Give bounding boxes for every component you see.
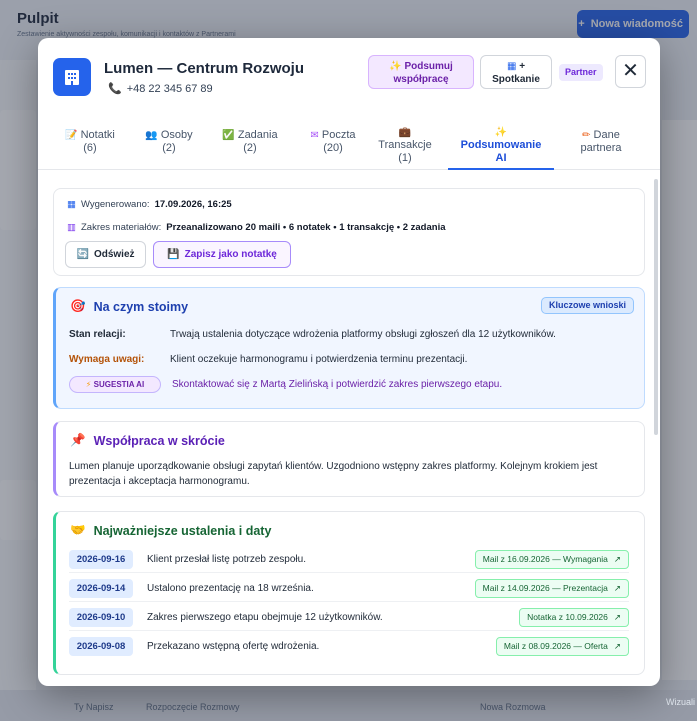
sparkle-icon: ✨ — [389, 61, 405, 72]
relation-label: Stan relacji: — [69, 329, 126, 340]
finding-source-link[interactable]: Mail z 08.09.2026 — Oferta ↗ — [495, 637, 629, 656]
modal-header: Lumen — Centrum Rozwoju 📞 +48 22 345 67 … — [38, 38, 660, 114]
external-link-icon: ↗ — [613, 641, 621, 651]
bg-watermark: Wizuali — [665, 697, 695, 707]
bolt-icon: ⚡ — [85, 380, 92, 389]
ai-suggestion-text: Skontaktować się z Martą Zielińską i pot… — [172, 379, 503, 390]
finding-row: 2026-09-10 Zakres pierwszego etapu obejm… — [69, 606, 629, 631]
finding-row: 2026-09-16 Klient przesłał listę potrzeb… — [69, 548, 629, 573]
external-link-icon: ↗ — [613, 612, 621, 622]
scrollbar[interactable] — [654, 179, 658, 435]
external-link-icon: ↗ — [613, 554, 621, 564]
tab-bar: 📝 Notatki (6) 👥 Osoby (2) ✅ Zadania (2) ✉ Po… — [38, 118, 660, 170]
partner-modal: Lumen — Centrum Rozwoju 📞 +48 22 345 67 … — [38, 38, 660, 686]
close-icon: ✕ — [622, 60, 639, 82]
handshake-icon: 🤝 — [70, 523, 86, 537]
briefcase-icon: 💼 — [398, 127, 412, 138]
finding-date: 2026-09-08 — [69, 637, 133, 656]
phone-icon: 📞 — [108, 83, 122, 95]
finding-source-link[interactable]: Mail z 14.09.2026 — Prezentacja ↗ — [474, 579, 629, 598]
findings-card: 🤝 Najważniejsze ustalenia i daty 2026-09… — [53, 511, 645, 675]
calendar-icon: ▦ — [67, 199, 76, 210]
attention-value: Klient oczekuje harmonogramu i potwierdz… — [170, 354, 468, 365]
finding-row: 2026-09-14 Ustalono prezentację na 18 wr… — [69, 577, 629, 602]
finding-source-link[interactable]: Notatka z 10.09.2026 ↗ — [519, 608, 629, 627]
tab-notes[interactable]: 📝 Notatki (6) — [53, 126, 127, 170]
tab-mail[interactable]: ✉ Poczta (20) — [293, 126, 373, 170]
attention-label: Wymaga uwagi: — [69, 354, 145, 365]
finding-source-link[interactable]: Mail z 16.09.2026 — Wymagania ↗ — [474, 550, 629, 569]
finding-text: Klient przesłał listę potrzeb zespołu. — [147, 554, 306, 565]
tab-people[interactable]: 👥 Osoby (2) — [132, 126, 206, 170]
key-insights-badge: Kluczowe wnioski — [540, 297, 634, 314]
relation-value: Trwają ustalenia dotyczące wdrożenia pla… — [170, 329, 556, 340]
finding-row: 2026-09-08 Przekazano wstępną ofertę wdr… — [69, 635, 629, 660]
calendar-icon: ▦ — [506, 61, 520, 72]
external-link-icon: ↗ — [613, 583, 621, 593]
summary-card: 📌 Współpraca w skrócie Lumen planuje upo… — [53, 421, 645, 497]
tab-ai-summary[interactable]: ✨ Podsumowanie AI — [448, 126, 554, 170]
checkbox-icon: ✅ — [222, 130, 235, 141]
finding-text: Zakres pierwszego etapu obejmuje 12 użyt… — [147, 612, 383, 623]
status-card-title: 🎯 Na czym stoimy — [70, 299, 189, 314]
generation-info: ▦ Wygenerowano: 17.09.2026, 16:25 ▥ Zakr… — [53, 188, 645, 276]
generated-line: ▦ Wygenerowano: 17.09.2026, 16:25 — [67, 199, 232, 210]
mail-icon: ✉ — [310, 130, 319, 141]
tab-tasks[interactable]: ✅ Zadania (2) — [210, 126, 290, 170]
finding-date: 2026-09-16 — [69, 550, 133, 569]
refresh-button[interactable]: 🔄 Odśwież — [65, 241, 146, 268]
scope-line: ▥ Zakres materiałów: Przeanalizowano 20 … — [67, 222, 446, 233]
finding-date: 2026-09-14 — [69, 579, 133, 598]
target-icon: 🎯 — [70, 299, 86, 313]
note-icon: 📝 — [65, 130, 78, 141]
pin-icon: 📌 — [70, 433, 86, 447]
summary-text: Lumen planuje uporządkowanie obsługi zap… — [69, 461, 598, 487]
finding-date: 2026-09-10 — [69, 608, 133, 627]
add-meeting-button[interactable]: ▦ + Spotkanie — [480, 55, 552, 89]
people-icon: 👥 — [145, 130, 158, 141]
ai-suggestion-badge: ⚡ SUGESTIA AI — [69, 376, 161, 393]
sparkle-icon: ✨ — [494, 127, 508, 138]
findings-card-title: 🤝 Najważniejsze ustalenia i daty — [70, 523, 272, 538]
status-card: 🎯 Na czym stoimy Kluczowe wnioski Stan r… — [53, 287, 645, 409]
company-phone[interactable]: 📞 +48 22 345 67 89 — [108, 82, 213, 96]
tab-transactions[interactable]: 💼 Transakcje (1) — [368, 126, 442, 170]
pencil-icon: ✏ — [582, 130, 591, 141]
summary-card-title: 📌 Współpraca w skrócie — [70, 433, 225, 448]
finding-text: Ustalono prezentację na 18 września. — [147, 583, 314, 594]
tab-content: ▦ Wygenerowano: 17.09.2026, 16:25 ▥ Zakr… — [38, 171, 660, 686]
tab-partner-data[interactable]: ✏ Dane partnera — [562, 126, 640, 170]
close-button[interactable]: ✕ — [615, 55, 646, 88]
company-logo — [53, 58, 91, 96]
partner-badge: Partner — [559, 64, 603, 81]
finding-text: Przekazano wstępną ofertę wdrożenia. — [147, 641, 320, 652]
company-name: Lumen — Centrum Rozwoju — [104, 60, 304, 77]
summarize-cooperation-button[interactable]: ✨ Podsumuj współpracę — [368, 55, 474, 89]
refresh-icon: 🔄 — [76, 249, 89, 260]
save-as-note-button[interactable]: 💾 Zapisz jako notatkę — [153, 241, 291, 268]
chart-icon: ▥ — [67, 222, 76, 233]
phone-number: +48 22 345 67 89 — [126, 82, 213, 95]
save-icon: 💾 — [167, 249, 180, 260]
building-icon — [65, 70, 79, 85]
